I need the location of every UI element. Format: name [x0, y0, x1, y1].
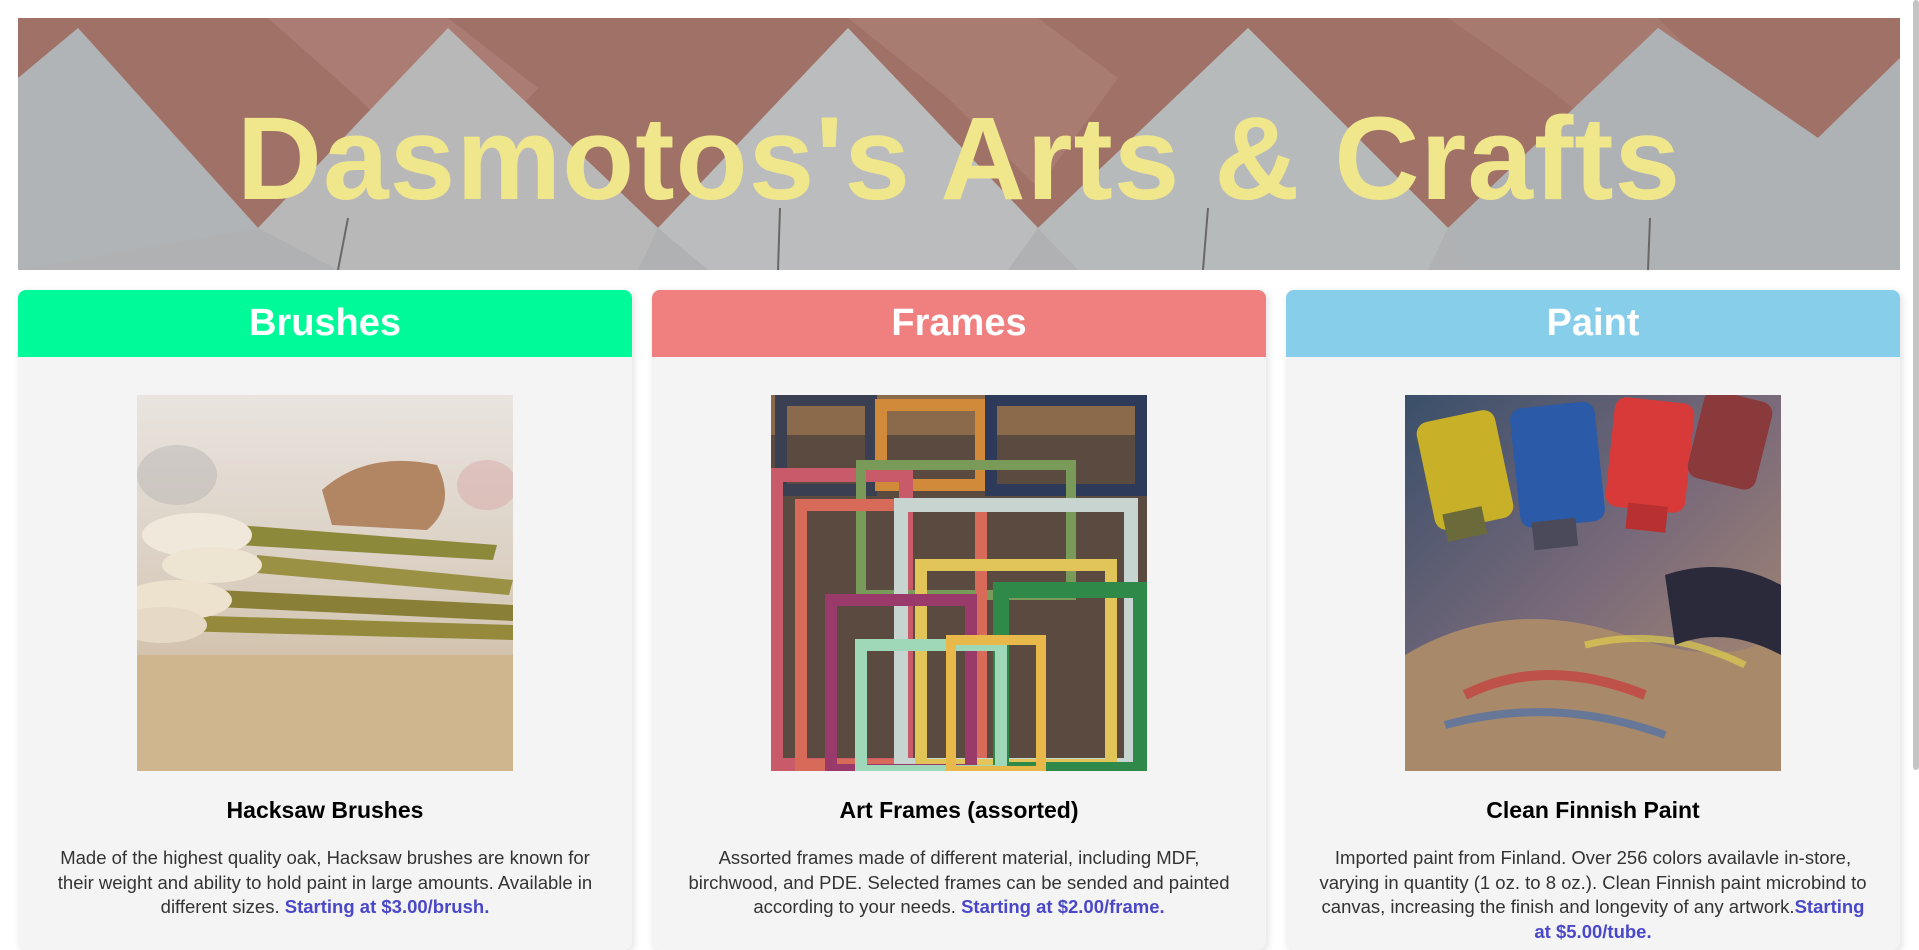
paint-image [1405, 395, 1781, 771]
price-text: Starting at $3.00/brush. [284, 896, 490, 917]
product-cards: Brushes Hacksaw Brushes Made of the high… [18, 290, 1900, 950]
frames-photo [771, 395, 1147, 771]
page-scrollbar[interactable] [1913, 0, 1919, 770]
product-name-brushes: Hacksaw Brushes [226, 797, 424, 823]
paint-photo [1405, 395, 1781, 771]
product-description-frames: Assorted frames made of different materi… [682, 846, 1236, 920]
card-frames: Frames Art Frames (assorted) Assorted fr… [652, 290, 1266, 950]
product-description-paint: Imported paint from Finland. Over 256 co… [1316, 846, 1870, 944]
frames-image [771, 395, 1147, 771]
product-description-brushes: Made of the highest quality oak, Hacksaw… [48, 846, 602, 920]
brushes-image [137, 395, 513, 771]
card-heading-brushes: Brushes [18, 290, 632, 357]
header-banner: Dasmotos's Arts & Crafts [18, 18, 1900, 270]
product-name-frames: Art Frames (assorted) [839, 797, 1079, 823]
site-title: Dasmotos's Arts & Crafts [236, 93, 1682, 225]
card-heading-paint: Paint [1286, 290, 1900, 357]
brushes-photo [137, 395, 513, 771]
price-text: Starting at $2.00/frame. [961, 896, 1165, 917]
card-brushes: Brushes Hacksaw Brushes Made of the high… [18, 290, 632, 950]
card-heading-frames: Frames [652, 290, 1266, 357]
product-name-paint: Clean Finnish Paint [1486, 797, 1700, 823]
card-paint: Paint Clean Finnish Paint Imported paint… [1286, 290, 1900, 950]
description-text: Imported paint from Finland. Over 256 co… [1319, 847, 1867, 917]
